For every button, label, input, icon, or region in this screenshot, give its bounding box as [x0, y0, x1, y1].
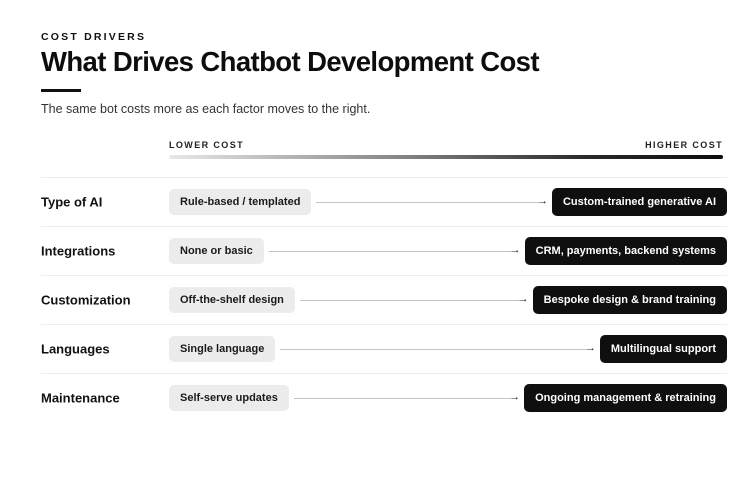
eyebrow-label: COST DRIVERS	[41, 31, 147, 43]
connector-line	[299, 300, 520, 301]
factor-label: Maintenance	[41, 390, 120, 406]
factor-row-languages: Languages Single language → Multilingual…	[41, 324, 727, 373]
factor-row-customization: Customization Off-the-shelf design → Bes…	[41, 275, 727, 324]
low-cost-option: Single language	[169, 336, 276, 362]
title-underline	[41, 89, 81, 92]
high-cost-option: CRM, payments, backend systems	[524, 237, 727, 265]
right-arrow-icon: →	[584, 342, 596, 354]
factor-row-integrations: Integrations None or basic → CRM, paymen…	[41, 226, 727, 275]
low-cost-option: Off-the-shelf design	[169, 287, 295, 313]
factor-label: Languages	[41, 341, 110, 357]
high-cost-option: Custom-trained generative AI	[551, 188, 727, 216]
low-cost-option: Rule-based / templated	[169, 189, 312, 215]
factor-track: Rule-based / templated → Custom-trained …	[169, 178, 727, 226]
low-cost-option: None or basic	[169, 238, 264, 264]
factor-label: Integrations	[41, 243, 116, 259]
scale-low-label: LOWER COST	[169, 140, 244, 150]
high-cost-option: Multilingual support	[599, 335, 727, 363]
connector-line	[293, 398, 512, 399]
factor-label: Type of AI	[41, 194, 103, 210]
right-arrow-icon: →	[509, 244, 521, 256]
connector-line	[280, 349, 587, 350]
high-cost-option: Bespoke design & brand training	[532, 286, 727, 314]
cost-gradient-bar	[169, 155, 723, 159]
page-title: What Drives Chatbot Development Cost	[41, 46, 540, 77]
connector: →	[280, 342, 596, 355]
connector: →	[293, 391, 521, 404]
right-arrow-icon: →	[517, 293, 529, 305]
factor-track: Single language → Multilingual support	[169, 325, 727, 373]
right-arrow-icon: →	[536, 195, 548, 207]
factor-track: None or basic → CRM, payments, backend s…	[169, 227, 727, 275]
connector: →	[299, 293, 529, 306]
factor-rows: Type of AI Rule-based / templated → Cust…	[41, 177, 727, 422]
low-cost-option: Self-serve updates	[169, 385, 289, 411]
connector: →	[316, 195, 548, 208]
factor-row-maintenance: Maintenance Self-serve updates → Ongoing…	[41, 373, 727, 422]
connector: →	[268, 244, 521, 257]
high-cost-option: Ongoing management & retraining	[524, 384, 727, 412]
scale-high-label: HIGHER COST	[645, 140, 723, 150]
right-arrow-icon: →	[509, 391, 521, 403]
factor-label: Customization	[41, 292, 131, 308]
connector-line	[316, 202, 539, 203]
page-subtitle: The same bot costs more as each factor m…	[41, 102, 371, 116]
factor-track: Off-the-shelf design → Bespoke design & …	[169, 276, 727, 324]
factor-track: Self-serve updates → Ongoing management …	[169, 374, 727, 422]
factor-row-type-of-ai: Type of AI Rule-based / templated → Cust…	[41, 177, 727, 226]
connector-line	[268, 251, 512, 252]
